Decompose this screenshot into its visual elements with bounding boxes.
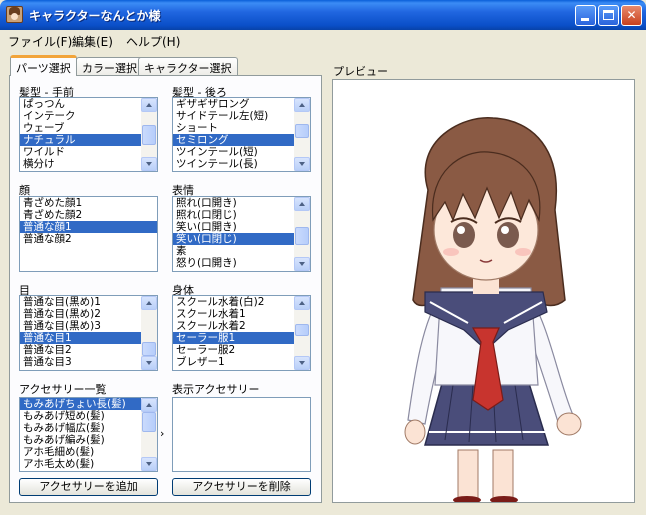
displayed-accessories-label: 表示アクセサリー (172, 383, 260, 396)
list-item[interactable]: ぱっつん (20, 98, 141, 110)
list-item[interactable]: ショート (173, 122, 294, 134)
body-list[interactable]: スクール水着(白)2 スクール水着1 スクール水着2 セーラー服1 セーラー服2… (172, 295, 311, 371)
tab-parts[interactable]: パーツ選択 (10, 55, 77, 76)
list-item[interactable]: ウェーブ (20, 122, 141, 134)
menu-edit[interactable]: 編集(E) (72, 33, 113, 50)
accessory-list-label: アクセサリー一覧 (19, 383, 107, 396)
scroll-thumb[interactable] (142, 342, 156, 356)
move-arrow-icon: › (160, 427, 165, 440)
list-item[interactable]: 普通な目(黒め)2 (20, 308, 141, 320)
add-accessory-button[interactable]: アクセサリーを追加 (19, 478, 158, 496)
close-button[interactable]: ✕ (621, 5, 642, 26)
maximize-icon (603, 10, 614, 20)
tab-character[interactable]: キャラクター選択 (138, 57, 238, 76)
scroll-down-arrow-icon[interactable] (141, 457, 157, 471)
menu-file[interactable]: ファイル(F) (8, 33, 72, 50)
scroll-down-arrow-icon[interactable] (294, 257, 310, 271)
accessory-list[interactable]: もみあげちょい長(髪) もみあげ短め(髪) もみあげ幅広(髪) もみあげ編み(髪… (19, 397, 158, 472)
list-item[interactable]: 普通な目2 (20, 344, 141, 356)
list-item[interactable]: ツインテール(短) (173, 146, 294, 158)
list-item[interactable]: もみあげ編み(髪) (20, 434, 141, 446)
list-item[interactable]: スクール水着2 (173, 320, 294, 332)
close-icon: ✕ (626, 8, 637, 22)
scroll-thumb[interactable] (295, 324, 309, 336)
list-item[interactable]: 普通な顔2 (20, 233, 157, 245)
list-item[interactable]: アホ毛細め(髪) (20, 446, 141, 458)
list-item[interactable]: 怒り(口開き) (173, 257, 294, 269)
list-item[interactable]: スクール水着(白)2 (173, 296, 294, 308)
list-item[interactable]: インテーク (20, 110, 141, 122)
list-item[interactable]: ワイルド (20, 146, 141, 158)
list-item[interactable]: 素 (173, 245, 294, 257)
list-item[interactable]: 笑い(口開き) (173, 221, 294, 233)
scroll-thumb[interactable] (295, 124, 309, 138)
list-item[interactable]: アホ毛太め(髪) (20, 458, 141, 470)
remove-accessory-button[interactable]: アクセサリーを削除 (172, 478, 311, 496)
scroll-up-arrow-icon[interactable] (294, 197, 310, 211)
list-item[interactable]: 普通な目(黒め)1 (20, 296, 141, 308)
scroll-thumb[interactable] (295, 227, 309, 245)
hair-back-list[interactable]: ギザギザロング サイドテール左(短) ショート セミロング ツインテール(短) … (172, 97, 311, 172)
maximize-button[interactable] (598, 5, 619, 26)
title-bar: キャラクターなんとか様 ✕ (0, 0, 646, 30)
expression-list[interactable]: 照れ(口開き) 照れ(口閉じ) 笑い(口開き) 笑い(口閉じ) 素 怒り(口開き… (172, 196, 311, 272)
window-title: キャラクターなんとか様 (29, 9, 161, 23)
list-item-selected[interactable]: ナチュラル (20, 134, 141, 146)
character-preview-image (404, 117, 582, 504)
list-item[interactable]: 照れ(口閉じ) (173, 209, 294, 221)
scroll-up-arrow-icon[interactable] (141, 398, 157, 412)
list-item[interactable]: 青ざめた顔1 (20, 197, 157, 209)
list-item[interactable]: 普通な目(黒め)3 (20, 320, 141, 332)
scrollbar[interactable] (141, 98, 157, 171)
list-item[interactable]: 普通な目3 (20, 356, 141, 368)
scroll-up-arrow-icon[interactable] (294, 296, 310, 310)
scroll-down-arrow-icon[interactable] (141, 356, 157, 370)
scrollbar[interactable] (294, 98, 310, 171)
scroll-up-arrow-icon[interactable] (141, 98, 157, 112)
list-item-selected[interactable]: セミロング (173, 134, 294, 146)
scroll-down-arrow-icon[interactable] (141, 157, 157, 171)
menu-bar: ファイル(F) 編集(E) ヘルプ(H) (0, 30, 646, 50)
list-item[interactable]: セーラー服2 (173, 344, 294, 356)
minimize-icon (581, 18, 589, 21)
list-item-selected[interactable]: セーラー服1 (173, 332, 294, 344)
tab-color[interactable]: カラー選択 (76, 57, 143, 76)
list-item[interactable]: ツインテール(長) (173, 158, 294, 170)
list-item-selected[interactable]: 普通な顔1 (20, 221, 157, 233)
list-item[interactable]: 横分け (20, 158, 141, 170)
scroll-thumb[interactable] (142, 125, 156, 145)
list-item[interactable]: もみあげ短め(髪) (20, 410, 141, 422)
minimize-button[interactable] (575, 5, 596, 26)
scroll-down-arrow-icon[interactable] (294, 157, 310, 171)
preview-canvas (332, 79, 635, 504)
app-icon (6, 6, 23, 23)
list-item[interactable]: 照れ(口開き) (173, 197, 294, 209)
list-item[interactable]: スクール水着1 (173, 308, 294, 320)
scroll-thumb[interactable] (142, 412, 156, 432)
preview-label: プレビュー (333, 65, 388, 78)
scrollbar[interactable] (294, 296, 310, 370)
displayed-accessories-list[interactable] (172, 397, 311, 472)
list-item[interactable]: サイドテール左(短) (173, 110, 294, 122)
scrollbar[interactable] (141, 398, 157, 471)
list-item[interactable]: 青ざめた顔2 (20, 209, 157, 221)
list-item-selected[interactable]: もみあげちょい長(髪) (20, 398, 141, 410)
scroll-down-arrow-icon[interactable] (294, 356, 310, 370)
scroll-up-arrow-icon[interactable] (294, 98, 310, 112)
menu-help[interactable]: ヘルプ(H) (126, 33, 180, 50)
list-item-selected[interactable]: 笑い(口閉じ) (173, 233, 294, 245)
list-item[interactable]: ブレザー1 (173, 356, 294, 368)
scrollbar[interactable] (294, 197, 310, 271)
hair-front-list[interactable]: ぱっつん インテーク ウェーブ ナチュラル ワイルド 横分け (19, 97, 158, 172)
list-item[interactable]: ギザギザロング (173, 98, 294, 110)
scrollbar[interactable] (141, 296, 157, 370)
list-item-selected[interactable]: 普通な目1 (20, 332, 141, 344)
scroll-up-arrow-icon[interactable] (141, 296, 157, 310)
list-item[interactable]: もみあげ幅広(髪) (20, 422, 141, 434)
eyes-list[interactable]: 普通な目(黒め)1 普通な目(黒め)2 普通な目(黒め)3 普通な目1 普通な目… (19, 295, 158, 371)
face-list[interactable]: 青ざめた顔1 青ざめた顔2 普通な顔1 普通な顔2 (19, 196, 158, 272)
